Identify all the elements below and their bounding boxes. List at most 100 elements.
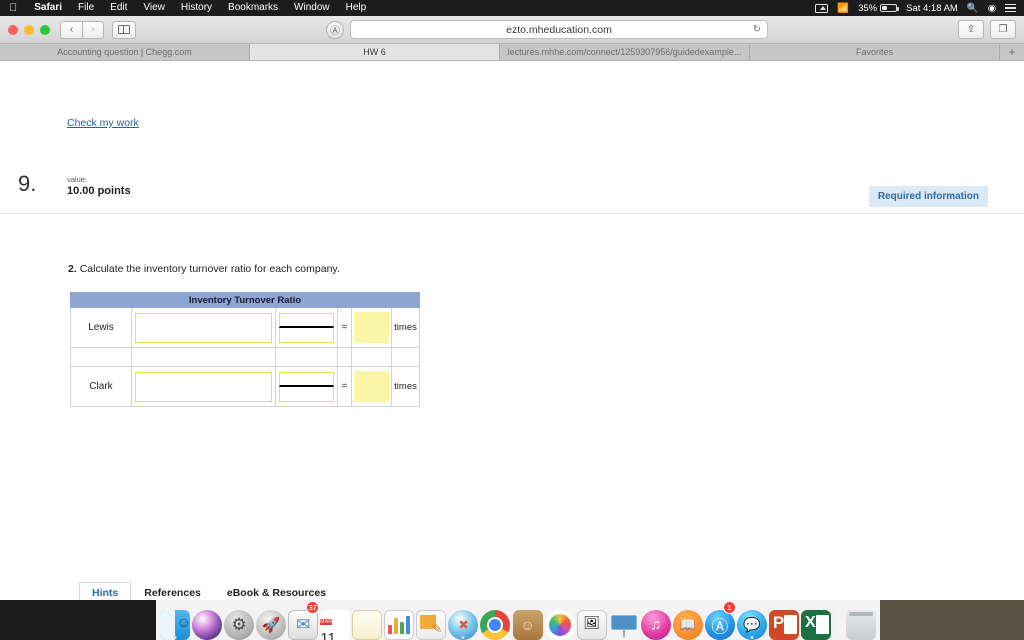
desktop-left — [0, 600, 156, 640]
menu-item-safari[interactable]: Safari — [26, 0, 70, 16]
menu-item-window[interactable]: Window — [286, 0, 338, 16]
clark-divisor-bottom-input[interactable] — [279, 386, 334, 402]
reload-icon[interactable]: ↻ — [753, 24, 761, 35]
lewis-divisor-top-input[interactable] — [279, 312, 334, 328]
battery-status[interactable]: 35% — [858, 2, 900, 14]
minimize-button[interactable] — [24, 24, 34, 35]
share-button[interactable]: ⇧ — [958, 20, 984, 39]
menu-item-bookmarks[interactable]: Bookmarks — [220, 0, 286, 16]
tab-references[interactable]: References — [131, 582, 214, 600]
photos-icon — [544, 609, 575, 640]
clark-numerator-input[interactable] — [135, 371, 272, 387]
ibooks-icon — [672, 609, 703, 640]
dock-item-contacts[interactable] — [512, 602, 543, 640]
numbers-icon — [384, 609, 415, 640]
clark-divisor-top-input[interactable] — [279, 371, 334, 387]
dock-item-presentation[interactable] — [609, 602, 639, 640]
table-header-row: Inventory Turnover Ratio — [69, 292, 421, 308]
lewis-denominator-input[interactable] — [135, 327, 272, 343]
dock-item-chrome[interactable] — [480, 602, 511, 640]
clark-denominator-input[interactable] — [135, 386, 272, 402]
dock-item-trash[interactable] — [845, 602, 876, 640]
dock-item-ibooks[interactable] — [672, 602, 703, 640]
question-prompt: 2. Calculate the inventory turnover rati… — [68, 263, 340, 275]
tab-ebook-resources[interactable]: eBook & Resources — [214, 582, 339, 600]
siri-icon[interactable]: ◉ — [988, 3, 996, 14]
sidebar-toggle-button[interactable] — [112, 20, 136, 39]
menu-item-view[interactable]: View — [135, 0, 173, 16]
lewis-divisor-bottom-input[interactable] — [279, 327, 334, 343]
check-my-work-link-top[interactable]: Check my work — [67, 117, 139, 129]
dock-item-mail[interactable]: 37 — [288, 600, 320, 640]
clark-answer-input[interactable] — [354, 371, 389, 402]
table-row: Clark = times — [70, 366, 421, 407]
browser-tab-lectures[interactable]: lectures.mhhe.com/connect/1259307956/gui… — [500, 44, 750, 60]
required-information-badge: Required information — [868, 186, 988, 207]
dock-item-itunes[interactable] — [640, 602, 671, 640]
tab-hints[interactable]: Hints — [79, 582, 132, 600]
dock-item-calendar[interactable]: MAR 11 — [320, 602, 351, 640]
new-tab-button[interactable]: + — [1000, 44, 1024, 60]
clark-answer-cell — [351, 366, 392, 407]
question-number: 9. — [18, 171, 37, 196]
menu-item-file[interactable]: File — [70, 0, 102, 16]
dock-item-keynote[interactable] — [416, 602, 447, 640]
table-row: Lewis = times — [70, 307, 421, 348]
clark-unit-label: times — [390, 366, 421, 407]
page-content: Check my work 9. value: 10.00 points Req… — [0, 61, 1024, 600]
lewis-numerator-input[interactable] — [135, 312, 272, 328]
spacer-cell-3 — [275, 347, 338, 367]
menu-bar-clock[interactable]: Sat 4:18 AM — [906, 3, 958, 14]
apple-menu-icon[interactable]:  — [0, 0, 26, 16]
row-label-lewis: Lewis — [70, 307, 132, 348]
lewis-answer-input[interactable] — [354, 312, 389, 343]
inventory-turnover-table: Inventory Turnover Ratio Lewis = times C… — [69, 292, 421, 407]
browser-tab-hw6[interactable]: HW 6 — [250, 44, 500, 60]
dock-item-preview[interactable] — [576, 602, 607, 640]
browser-tab-chegg[interactable]: Accounting question | Chegg.com — [0, 44, 250, 60]
address-bar[interactable]: ezto.mheducation.com ↻ — [350, 20, 768, 39]
reader-view-button[interactable]: Ⓐ — [326, 20, 344, 39]
dock-item-siri[interactable] — [192, 602, 223, 640]
menu-item-edit[interactable]: Edit — [102, 0, 135, 16]
dock-item-notes[interactable] — [352, 602, 383, 640]
dock-item-powerpoint[interactable] — [768, 602, 799, 640]
search-icon[interactable]: 🔍 — [967, 3, 979, 14]
dock-item-excel[interactable] — [800, 602, 831, 640]
siri-icon — [192, 609, 223, 640]
dock-item-system-preferences[interactable] — [224, 602, 255, 640]
airplay-icon[interactable] — [815, 3, 829, 13]
spacer-cell-1 — [70, 347, 132, 367]
question-prompt-text: Calculate the inventory turnover ratio f… — [79, 263, 340, 275]
dock-item-finder[interactable] — [160, 602, 191, 640]
back-button[interactable]: ‹ — [60, 20, 82, 39]
app-store-badge: 1 — [722, 600, 736, 614]
hints-panel: Hints References eBook & Resources Hint … — [79, 580, 925, 600]
dock-item-launchpad[interactable] — [256, 602, 287, 640]
dock-item-app-store[interactable]: 1 — [704, 600, 736, 640]
show-all-tabs-button[interactable]: ❐ — [990, 20, 1016, 39]
forward-button[interactable]: › — [82, 20, 104, 39]
close-button[interactable] — [8, 24, 18, 35]
tab-bar: Accounting question | Chegg.com HW 6 lec… — [0, 44, 1024, 61]
calendar-month-label: MAR — [320, 618, 333, 625]
dock-item-messages[interactable] — [736, 602, 767, 640]
table-title: Inventory Turnover Ratio — [69, 292, 421, 308]
calendar-icon: MAR 11 — [320, 609, 351, 640]
dock-item-numbers[interactable] — [384, 602, 415, 640]
dock-item-photos[interactable] — [544, 602, 575, 640]
menu-item-help[interactable]: Help — [338, 0, 375, 16]
wifi-icon[interactable]: 📶 — [837, 3, 849, 14]
browser-tab-favorites[interactable]: Favorites — [750, 44, 1000, 60]
menu-item-history[interactable]: History — [173, 0, 220, 16]
notification-center-icon[interactable] — [1005, 3, 1016, 13]
dock-item-safari[interactable] — [448, 602, 479, 640]
window-controls[interactable] — [8, 24, 50, 35]
hints-tab-list: Hints References eBook & Resources — [79, 580, 925, 600]
mail-badge: 37 — [306, 600, 320, 614]
system-preferences-icon — [224, 609, 255, 640]
maximize-button[interactable] — [40, 24, 50, 35]
clark-fraction-left — [131, 366, 276, 407]
notes-icon — [352, 609, 383, 640]
battery-percent-label: 35% — [858, 2, 878, 14]
